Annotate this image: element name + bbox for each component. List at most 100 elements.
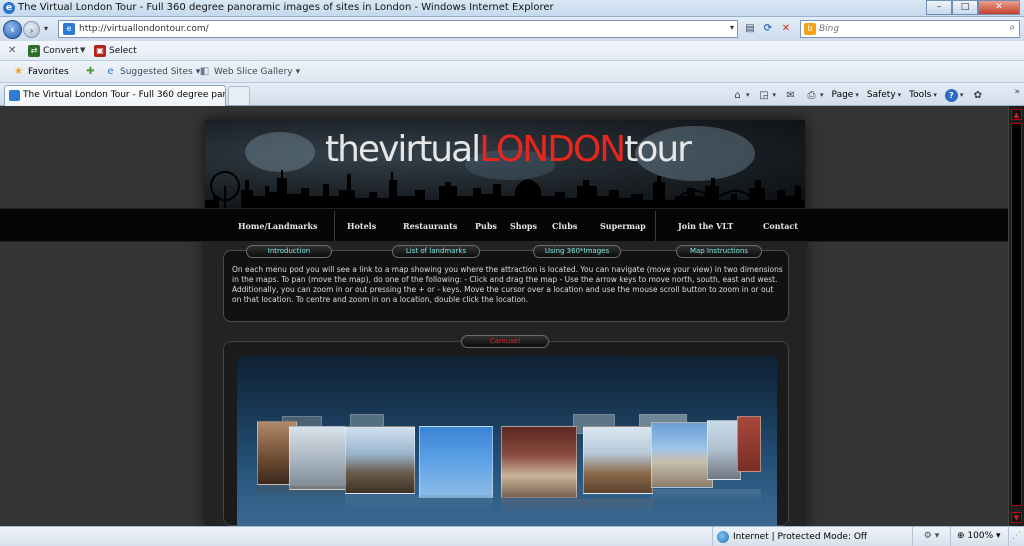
- menu-item-contact[interactable]: Contact: [763, 209, 798, 243]
- carousel-panel: Carousel: [223, 335, 789, 526]
- chevron-down-icon: ▾: [772, 91, 777, 99]
- compatibility-view-icon[interactable]: ▤: [742, 21, 758, 37]
- menu-item-join-the-vlt[interactable]: Join the VLT: [678, 209, 733, 243]
- carousel-tab[interactable]: Carousel: [461, 335, 549, 348]
- zoom-control[interactable]: ⊕ 100% ▾: [950, 527, 1008, 546]
- search-input[interactable]: [819, 22, 994, 36]
- security-zone[interactable]: Internet | Protected Mode: Off: [712, 527, 912, 546]
- globe-icon: [717, 530, 729, 543]
- more-tools-chevron-icon[interactable]: »: [1014, 87, 1020, 97]
- help-button[interactable]: ? ▾: [942, 88, 967, 102]
- menu-item-supermap[interactable]: Supermap: [600, 209, 646, 243]
- tab-active[interactable]: The Virtual London Tour - Full 360 degre…: [4, 85, 226, 106]
- close-button[interactable]: ✕: [978, 0, 1020, 15]
- address-row: ‹ › ▾ e http://virtuallondontour.com/ ▾ …: [0, 17, 1024, 41]
- vertical-scrollbar[interactable]: ▲ ▼: [1008, 106, 1024, 526]
- panel-tab-using-360-images[interactable]: Using 360*Images: [533, 245, 621, 258]
- address-dropdown-icon[interactable]: ▾: [730, 23, 734, 32]
- panel-tab-map-instructions[interactable]: Map Instructions: [676, 245, 762, 258]
- research-icon: ✿: [973, 89, 983, 101]
- research-button[interactable]: ✿: [968, 89, 987, 102]
- address-url[interactable]: http://virtuallondontour.com/: [79, 24, 209, 34]
- home-button[interactable]: ⌂ ▾: [728, 89, 753, 102]
- menu-item-clubs[interactable]: Clubs: [552, 209, 577, 243]
- search-icon[interactable]: ⌕: [1009, 22, 1015, 33]
- close-toolbar-icon[interactable]: ✕: [8, 45, 16, 56]
- safety-menu[interactable]: Safety ▾: [864, 90, 904, 100]
- help-icon: ?: [944, 88, 958, 102]
- chevron-down-icon: ▾: [295, 66, 301, 77]
- recent-pages-chevron-icon[interactable]: ▾: [44, 24, 48, 33]
- panel-tab-list-of-landmarks[interactable]: List of landmarks: [392, 245, 480, 258]
- tools-menu[interactable]: Tools ▾: [906, 90, 940, 100]
- back-button[interactable]: ‹: [3, 20, 22, 39]
- address-bar[interactable]: e http://virtuallondontour.com/ ▾: [58, 20, 738, 38]
- ie-page-icon: e: [107, 66, 114, 77]
- add-to-favorites-button[interactable]: ✚: [84, 65, 97, 78]
- panel-text: On each menu pod you will see a link to …: [232, 265, 783, 304]
- info-panel: Introduction List of landmarks Using 360…: [223, 245, 789, 322]
- scroll-up-arrow-icon[interactable]: ▲: [1011, 109, 1022, 120]
- read-mail-button[interactable]: ✉: [781, 89, 800, 102]
- resize-grip-icon[interactable]: ⋰: [1008, 527, 1024, 546]
- web-slice-gallery-link[interactable]: ◧ Web Slice Gallery ▾: [198, 65, 300, 78]
- search-box[interactable]: b ⌕: [800, 20, 1020, 38]
- menu-item-pubs[interactable]: Pubs: [475, 209, 497, 243]
- carousel-photo-westminster-abbey[interactable]: [651, 422, 713, 488]
- carousel-photo-observatory[interactable]: [583, 426, 653, 494]
- tools-menu-label: Tools: [909, 90, 932, 100]
- select-icon: ▣: [94, 45, 106, 57]
- star-icon: ★: [14, 66, 23, 77]
- favorites-button[interactable]: ★ Favorites: [12, 65, 69, 78]
- maximize-button[interactable]: □: [952, 0, 978, 15]
- chevron-down-icon: ▾: [897, 91, 902, 99]
- select-button[interactable]: ▣ Select: [94, 44, 137, 58]
- site-banner: thevirtualLONDONtour: [205, 120, 805, 208]
- page-menu[interactable]: Page ▾: [829, 90, 862, 100]
- carousel-photo-museum-hall[interactable]: [289, 426, 347, 490]
- scroll-down-arrow-icon[interactable]: ▼: [1011, 512, 1022, 523]
- scrollbar-thumb[interactable]: [1011, 123, 1022, 506]
- carousel-reflection: [651, 489, 761, 503]
- menu-item-restaurants[interactable]: Restaurants: [403, 209, 457, 243]
- london-skyline-image: [205, 170, 805, 208]
- stop-icon[interactable]: ✕: [778, 21, 794, 37]
- carousel-photo-red-building[interactable]: [737, 416, 761, 472]
- gear-icon: ⚙ ▾: [923, 531, 940, 541]
- rss-feed-icon: ◲: [759, 89, 769, 101]
- chevron-down-icon: ▾: [996, 531, 1001, 541]
- menu-item-hotels[interactable]: Hotels: [347, 209, 376, 243]
- print-button[interactable]: ⎙ ▾: [802, 89, 827, 102]
- menu-item-home-landmarks[interactable]: Home/Landmarks: [238, 209, 318, 243]
- forward-button[interactable]: ›: [23, 21, 40, 38]
- add-favorite-icon: ✚: [86, 66, 95, 77]
- tab-title: The Virtual London Tour - Full 360 degre…: [23, 90, 225, 100]
- refresh-icon[interactable]: ⟳: [760, 21, 776, 37]
- feeds-button[interactable]: ◲ ▾: [755, 89, 780, 102]
- printer-icon: ⎙: [807, 89, 816, 101]
- page-viewport: thevirtualLONDONtour Home/Landmarks Hote…: [0, 106, 1008, 526]
- carousel-reflection: [345, 495, 493, 511]
- carousel-photo-storefront[interactable]: [501, 426, 577, 498]
- carousel-reflection: [501, 499, 653, 515]
- carousel-photo-st-pauls[interactable]: [707, 420, 741, 480]
- chevron-down-icon: ▾: [746, 91, 750, 99]
- site-container: thevirtualLONDONtour Home/Landmarks Hote…: [0, 120, 1008, 526]
- carousel-photo-big-ben[interactable]: [345, 426, 415, 494]
- menu-separator: [655, 211, 656, 241]
- zoom-level: 100%: [967, 531, 994, 541]
- web-slice-icon: ◧: [199, 66, 210, 77]
- new-tab-button[interactable]: [228, 86, 250, 105]
- chevron-down-icon: ▾: [820, 91, 824, 99]
- tab-bar: The Virtual London Tour - Full 360 degre…: [0, 83, 1024, 106]
- protected-mode-button[interactable]: ⚙ ▾: [912, 527, 950, 546]
- minimize-button[interactable]: –: [926, 0, 952, 15]
- suggested-sites-link[interactable]: e Suggested Sites ▾: [104, 65, 200, 78]
- menu-item-shops[interactable]: Shops: [510, 209, 537, 243]
- carousel-photo-london-eye[interactable]: [419, 426, 493, 498]
- convert-button[interactable]: ⇄ Convert: [28, 44, 79, 58]
- convert-dropdown-icon[interactable]: ▼: [80, 46, 85, 54]
- favorites-bar: ★ Favorites ✚ e Suggested Sites ▾ ◧ Web …: [0, 61, 1024, 83]
- tab-page-icon: [9, 90, 20, 101]
- panel-tab-introduction[interactable]: Introduction: [246, 245, 332, 258]
